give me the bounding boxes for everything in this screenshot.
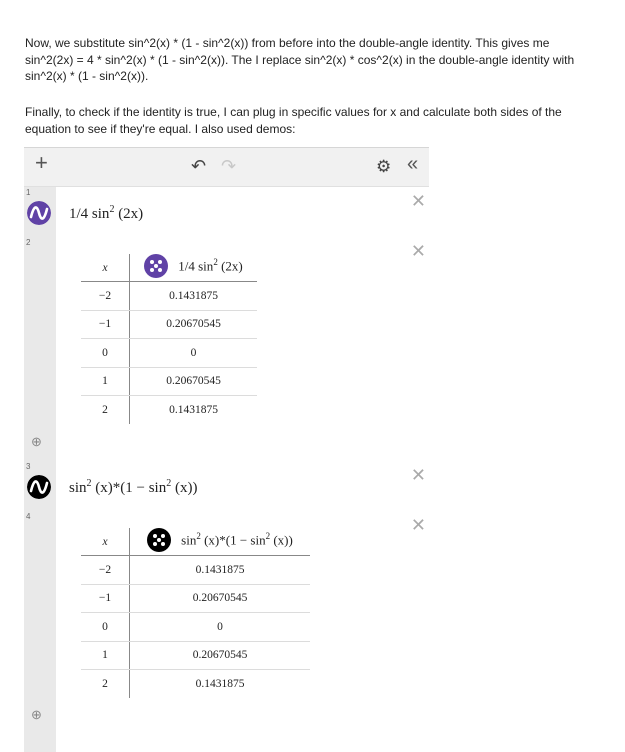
table-cell-y: 0.20670545	[129, 310, 257, 339]
settings-gear-icon[interactable]: ⚙	[376, 158, 391, 176]
table-row: 1 0.20670545	[81, 641, 310, 670]
table-cell-x[interactable]: 2	[81, 395, 130, 424]
expression-formula[interactable]: 1/4 sin2 (2x)	[69, 204, 143, 223]
expression-row-2-table[interactable]: 2 ⊕ ✕ x 1/4 sin2 (2x) −2 0.1431875 −1 0.20…	[24, 237, 429, 462]
expression-gutter: 2 ⊕	[24, 237, 56, 461]
table-row: 00	[81, 338, 257, 368]
expression-gutter: 1	[24, 187, 56, 237]
points-toggle-icon[interactable]	[147, 528, 172, 552]
table-row: 00	[81, 612, 310, 642]
table-header-y[interactable]: sin2 (x)*(1 − sin2 (x))	[129, 528, 310, 556]
table-cell-y: 0.1431875	[129, 281, 257, 311]
graph-toggle-wave-icon[interactable]	[27, 201, 51, 225]
graph-toggle-wave-icon[interactable]	[27, 475, 51, 499]
collapse-list-icon[interactable]: «	[407, 154, 418, 174]
table-row: −1 0.20670545	[81, 584, 310, 613]
table-cell-x[interactable]: −1	[81, 310, 130, 339]
values-table: x 1/4 sin2 (2x) −2 0.1431875 −1 0.20670545…	[81, 254, 257, 424]
desmos-calculator: + ↶ ↷ ⚙ « 1 1/4 sin2 (2x) ✕ 2 ⊕ ✕ x 1/4 …	[24, 147, 429, 752]
table-cell-x[interactable]: 2	[81, 669, 130, 698]
table-cell-y: 0	[129, 338, 257, 368]
add-item-icon[interactable]: +	[35, 152, 48, 174]
table-header-row: x 1/4 sin2 (2x)	[81, 254, 257, 282]
table-row: −1 0.20670545	[81, 310, 257, 339]
paragraph-check-identity: Finally, to check if the identity is tru…	[25, 105, 562, 136]
table-row: 2 0.1431875	[81, 669, 310, 698]
delete-expression-icon[interactable]: ✕	[411, 516, 426, 534]
redo-icon[interactable]: ↷	[221, 157, 236, 175]
paragraph-substitution: Now, we substitute sin^2(x) * (1 - sin^2…	[25, 36, 575, 83]
table-row: −2 0.1431875	[81, 555, 310, 585]
table-row: 2 0.1431875	[81, 395, 257, 424]
table-cell-x[interactable]: 1	[81, 367, 130, 396]
expression-row-4-table[interactable]: 4 ⊕ ✕ x sin2 (x)*(1 − sin2 (x)) −2 0.1431…	[24, 511, 429, 752]
expression-row-1[interactable]: 1 1/4 sin2 (2x) ✕	[24, 187, 429, 238]
points-toggle-icon[interactable]	[144, 254, 169, 278]
undo-icon[interactable]: ↶	[191, 157, 206, 175]
table-header-row: x sin2 (x)*(1 − sin2 (x))	[81, 528, 310, 556]
table-cell-y: 0.20670545	[129, 584, 310, 613]
expression-number: 2	[26, 238, 31, 247]
values-table: x sin2 (x)*(1 − sin2 (x)) −2 0.1431875 −1…	[81, 528, 310, 698]
expression-gutter: 3	[24, 461, 56, 511]
expression-number: 3	[26, 462, 31, 471]
zoom-fit-icon[interactable]: ⊕	[31, 434, 42, 450]
table-row: 1 0.20670545	[81, 367, 257, 396]
table-header-y[interactable]: 1/4 sin2 (2x)	[129, 254, 257, 282]
table-cell-y: 0.1431875	[129, 555, 310, 585]
table-cell-x[interactable]: 1	[81, 641, 130, 670]
table-header-x[interactable]: x	[81, 528, 130, 556]
expression-gutter: 4 ⊕	[24, 511, 56, 752]
table-cell-y: 0.20670545	[129, 641, 310, 670]
delete-expression-icon[interactable]: ✕	[411, 242, 426, 260]
expression-toolbar: + ↶ ↷ ⚙ «	[24, 148, 429, 187]
table-cell-x[interactable]: 0	[81, 612, 130, 642]
table-cell-x[interactable]: 0	[81, 338, 130, 368]
table-row: −2 0.1431875	[81, 281, 257, 311]
expression-number: 4	[26, 512, 31, 521]
expression-number: 1	[26, 188, 31, 197]
table-cell-x[interactable]: −2	[81, 555, 130, 585]
expression-formula[interactable]: sin2 (x)*(1 − sin2 (x))	[69, 478, 197, 497]
expression-row-3[interactable]: 3 sin2 (x)*(1 − sin2 (x)) ✕	[24, 461, 429, 512]
table-cell-y: 0.1431875	[169, 403, 218, 416]
delete-expression-icon[interactable]: ✕	[411, 466, 426, 484]
table-cell-y: 0.1431875	[195, 677, 245, 690]
delete-expression-icon[interactable]: ✕	[411, 192, 426, 210]
table-cell-y: 0	[129, 612, 310, 642]
table-cell-x[interactable]: −1	[81, 584, 130, 613]
table-cell-x[interactable]: −2	[81, 281, 130, 311]
zoom-fit-icon[interactable]: ⊕	[31, 707, 42, 723]
table-cell-y: 0.20670545	[129, 367, 257, 396]
table-header-x[interactable]: x	[81, 254, 130, 282]
